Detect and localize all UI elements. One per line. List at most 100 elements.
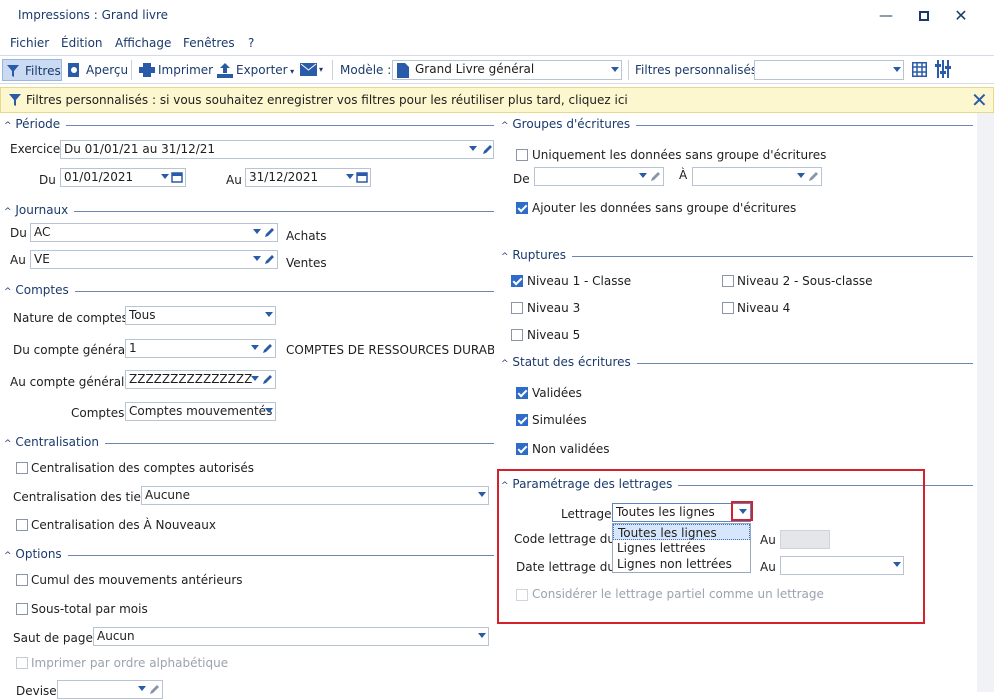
compte-du-label: Du compte général bbox=[13, 343, 129, 357]
maximize-icon[interactable] bbox=[914, 6, 934, 26]
filtres-button[interactable]: Filtres bbox=[2, 59, 62, 81]
niveau5-checkbox[interactable] bbox=[511, 329, 523, 341]
chevron-down-icon bbox=[346, 174, 354, 179]
sous-total-checkbox[interactable] bbox=[16, 603, 28, 615]
modele-label: Modèle : bbox=[340, 63, 392, 77]
filtres-perso-select[interactable] bbox=[754, 60, 904, 80]
document-icon bbox=[397, 63, 409, 78]
pencil-icon[interactable] bbox=[649, 170, 661, 183]
groupe-a-select[interactable] bbox=[692, 167, 822, 186]
close-icon[interactable]: ✕ bbox=[951, 6, 971, 26]
date-du-input[interactable]: 01/01/2021 bbox=[60, 168, 186, 187]
tiers-label: Centralisation des tiers bbox=[13, 490, 153, 504]
validees-checkbox[interactable] bbox=[516, 387, 528, 399]
nature-label: Nature de comptes bbox=[13, 311, 128, 325]
sous-total-label: Sous-total par mois bbox=[31, 602, 148, 616]
grid-icon[interactable] bbox=[912, 62, 927, 77]
calendar-icon[interactable] bbox=[356, 171, 368, 184]
menu-edition[interactable]: Édition bbox=[61, 36, 103, 50]
journal-au-desc: Ventes bbox=[286, 256, 327, 270]
imprimer-button[interactable]: Imprimer bbox=[136, 59, 213, 81]
uniquement-checkbox[interactable] bbox=[516, 149, 528, 161]
minimize-icon[interactable]: — bbox=[876, 6, 896, 26]
journal-au-label: Au bbox=[10, 253, 26, 267]
niveau4-checkbox[interactable] bbox=[722, 302, 734, 314]
title-bar: Impressions : Grand livre — ✕ bbox=[0, 0, 994, 32]
a-nouveaux-checkbox[interactable] bbox=[16, 519, 28, 531]
section-header[interactable]: ^ Statut des écritures bbox=[501, 355, 637, 369]
tiers-select[interactable]: Aucune bbox=[141, 486, 489, 505]
settings-sliders-icon[interactable] bbox=[935, 60, 951, 78]
menu-affichage[interactable]: Affichage bbox=[115, 36, 171, 50]
niveau4-label: Niveau 4 bbox=[737, 301, 791, 315]
simulees-checkbox[interactable] bbox=[516, 414, 528, 426]
compte-du-select[interactable]: 1 bbox=[125, 339, 276, 358]
close-icon[interactable]: ✕ bbox=[971, 88, 988, 112]
info-bar[interactable]: Filtres personnalisés : si vous souhaite… bbox=[0, 87, 994, 113]
info-text[interactable]: Filtres personnalisés : si vous souhaite… bbox=[26, 93, 628, 107]
window-title: Impressions : Grand livre bbox=[18, 8, 169, 22]
devise-select[interactable] bbox=[57, 680, 163, 699]
cumul-label: Cumul des mouvements antérieurs bbox=[31, 573, 243, 587]
section-header[interactable]: ^ Période bbox=[4, 117, 67, 131]
menu-fenetres[interactable]: Fenêtres bbox=[183, 36, 235, 50]
chevron-down-icon bbox=[639, 173, 647, 178]
exporter-button[interactable]: Exporter ▾ bbox=[214, 59, 294, 81]
modele-select[interactable]: Grand Livre général bbox=[392, 60, 622, 80]
section-journaux: ^ Journaux bbox=[4, 203, 494, 219]
cumul-checkbox[interactable] bbox=[16, 574, 28, 586]
niveau1-checkbox[interactable] bbox=[511, 275, 523, 287]
journal-du-label: Du bbox=[10, 226, 27, 240]
email-icon bbox=[300, 63, 317, 76]
pencil-icon[interactable] bbox=[263, 226, 275, 239]
chevron-down-icon bbox=[265, 408, 273, 413]
menu-fichier[interactable]: Fichier bbox=[10, 36, 49, 50]
nature-select[interactable]: Tous bbox=[125, 306, 276, 325]
pencil-icon[interactable] bbox=[148, 683, 160, 696]
journal-du-desc: Achats bbox=[286, 229, 327, 243]
menu-help[interactable]: ? bbox=[248, 36, 254, 50]
printer-icon bbox=[139, 63, 155, 77]
section-header[interactable]: ^ Comptes bbox=[4, 283, 75, 297]
chevron-down-icon bbox=[893, 67, 901, 72]
compte-au-label: Au compte général bbox=[10, 375, 125, 389]
centralisation-autorises-checkbox[interactable] bbox=[16, 462, 28, 474]
toolbar: Filtres Aperçu Imprimer Exporter ▾ ▾ Mod… bbox=[0, 55, 994, 84]
niveau2-checkbox[interactable] bbox=[722, 275, 734, 287]
pencil-icon[interactable] bbox=[263, 253, 275, 266]
section-centralisation: ^ Centralisation bbox=[4, 435, 494, 451]
pencil-icon[interactable] bbox=[807, 170, 819, 183]
apercu-button[interactable]: Aperçu bbox=[64, 59, 128, 81]
pencil-icon[interactable] bbox=[261, 342, 273, 355]
section-header[interactable]: ^ Journaux bbox=[4, 203, 75, 217]
comptes-select[interactable]: Comptes mouvementés bbox=[125, 402, 276, 421]
alpha-checkbox[interactable] bbox=[16, 657, 28, 669]
section-header[interactable]: ^ Options bbox=[4, 547, 68, 561]
export-icon bbox=[217, 63, 233, 78]
ajouter-checkbox[interactable] bbox=[516, 202, 528, 214]
vertical-scrollbar[interactable] bbox=[977, 113, 994, 692]
section-header[interactable]: ^ Centralisation bbox=[4, 435, 105, 449]
apercu-label: Aperçu bbox=[86, 63, 129, 77]
niveau3-checkbox[interactable] bbox=[511, 302, 523, 314]
filter-icon bbox=[7, 65, 19, 77]
exercice-select[interactable]: Du 01/01/21 au 31/12/21 bbox=[60, 140, 494, 159]
journal-au-select[interactable]: VE bbox=[30, 250, 278, 269]
pencil-icon[interactable] bbox=[261, 373, 273, 386]
calendar-icon[interactable] bbox=[171, 171, 183, 184]
section-ruptures: ^ Ruptures bbox=[501, 248, 973, 264]
section-options: ^ Options bbox=[4, 547, 494, 563]
compte-au-select[interactable]: ZZZZZZZZZZZZZZZ bbox=[125, 370, 276, 389]
pencil-icon[interactable] bbox=[481, 143, 493, 156]
exporter-label: Exporter bbox=[236, 63, 288, 77]
saut-select[interactable]: Aucun bbox=[93, 627, 489, 646]
journal-du-select[interactable]: AC bbox=[30, 223, 278, 242]
du-label: Du bbox=[39, 173, 56, 187]
section-header[interactable]: ^ Groupes d'écritures bbox=[501, 117, 637, 131]
date-au-input[interactable]: 31/12/2021 bbox=[245, 168, 371, 187]
non-validees-checkbox[interactable] bbox=[516, 443, 528, 455]
au-label: Au bbox=[226, 173, 242, 187]
highlight-dropdown-button[interactable] bbox=[731, 501, 753, 521]
section-header[interactable]: ^ Ruptures bbox=[501, 248, 573, 262]
groupe-de-select[interactable] bbox=[534, 167, 664, 186]
